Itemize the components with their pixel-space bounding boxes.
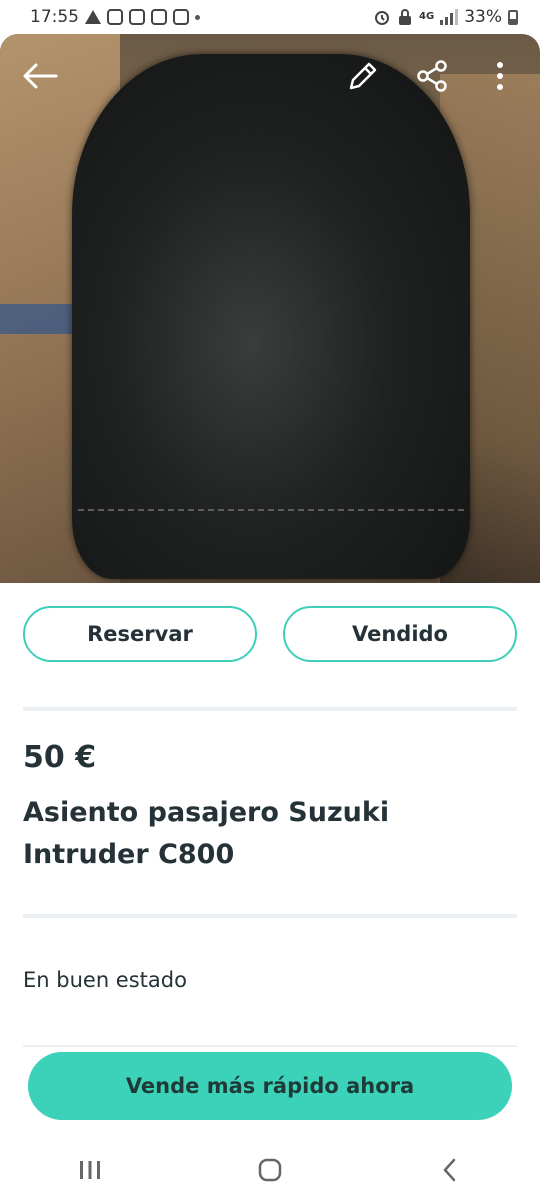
back-button[interactable] [20,56,60,96]
back-nav-button[interactable] [420,1150,480,1190]
more-notifications-icon [195,14,200,20]
system-nav-bar [0,1140,540,1200]
arrow-left-icon [23,63,58,89]
warning-icon [85,10,101,24]
seat-image-seam [78,509,464,515]
chevron-left-icon [443,1158,456,1182]
sell-faster-button[interactable]: Vende más rápido ahora [28,1052,512,1120]
status-right: 4G 33% [373,7,518,27]
instagram-icon [151,9,167,25]
instagram-icon [107,9,123,25]
divider [23,1045,517,1047]
status-time: 17:55 [30,7,79,27]
divider [23,707,517,711]
seat-image [72,54,470,579]
recent-apps-button[interactable] [60,1150,120,1190]
more-options-button[interactable] [480,56,520,96]
sold-button[interactable]: Vendido [283,606,517,662]
listing-actions: Reservar Vendido [23,606,517,662]
instagram-icon [129,9,145,25]
listing-description: En buen estado [23,968,187,992]
home-button[interactable] [240,1150,300,1190]
battery-percent: 33% [464,7,502,27]
share-icon [417,60,447,92]
more-vert-icon [497,62,503,90]
lock-icon [399,9,412,25]
status-bar: 17:55 4G 33% [0,0,540,34]
share-button[interactable] [412,56,452,96]
alarm-icon [375,11,390,25]
edit-button[interactable] [343,56,383,96]
home-icon [258,1158,282,1182]
network-type: 4G [419,11,435,22]
listing-price: 50 € [23,740,97,775]
product-photo[interactable] [0,34,540,583]
status-left: 17:55 [30,7,200,27]
signal-icon [440,9,459,25]
battery-icon [508,9,518,25]
listing-title: Asiento pasajero Suzuki Intruder C800 [23,797,390,870]
instagram-icon [173,9,189,25]
pencil-icon [349,62,377,90]
divider [23,914,517,918]
reserve-button[interactable]: Reservar [23,606,257,662]
recent-apps-icon [80,1161,100,1179]
